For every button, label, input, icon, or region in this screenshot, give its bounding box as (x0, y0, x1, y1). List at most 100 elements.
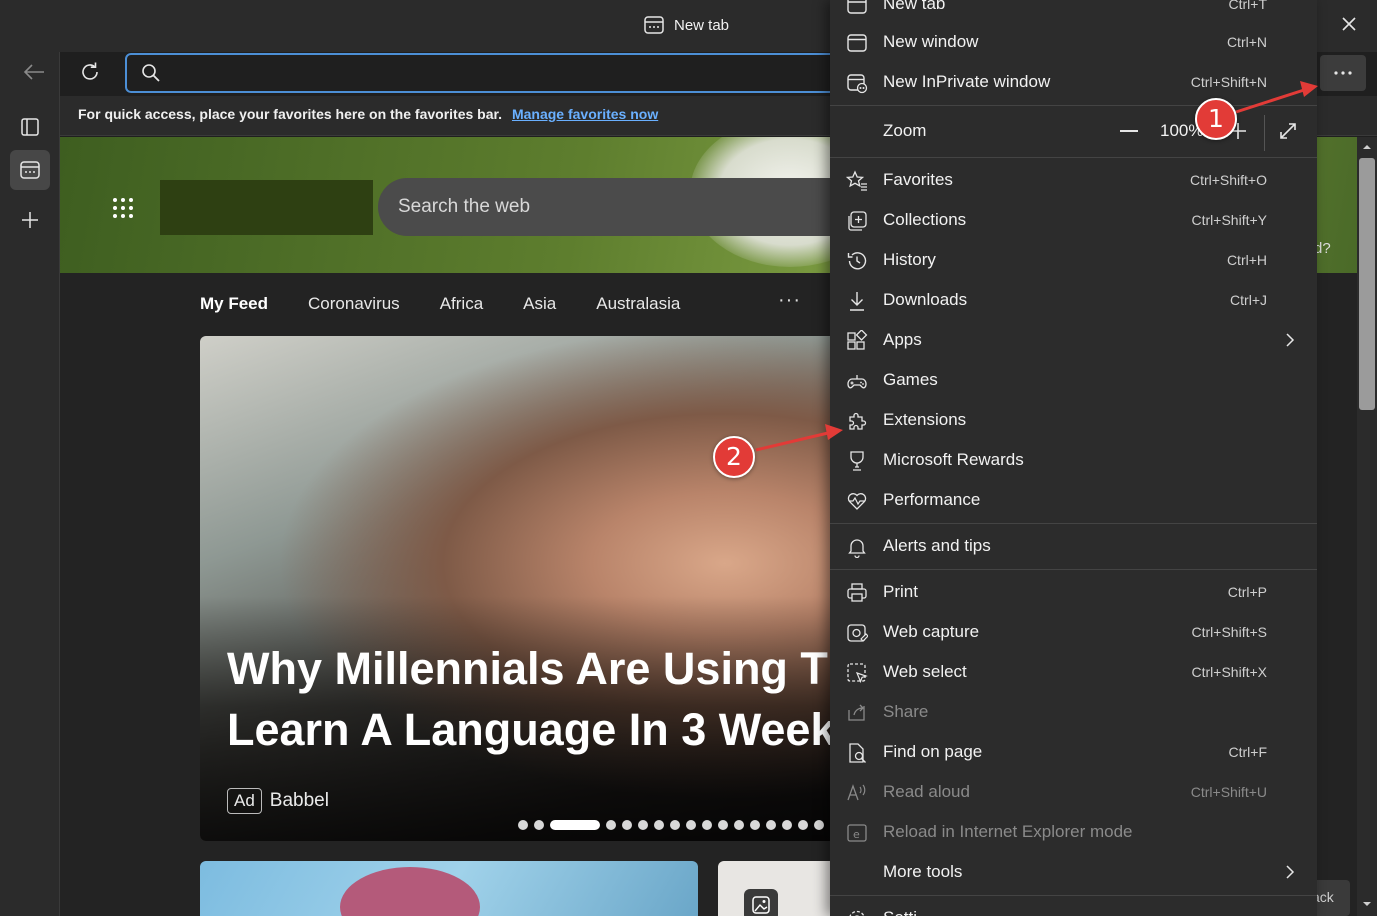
menu-label: History (883, 250, 936, 269)
carousel-dot[interactable] (638, 820, 648, 830)
feed-tab-australasia[interactable]: Australasia (596, 294, 680, 314)
menu-item-new-window[interactable]: New window Ctrl+N (830, 22, 1317, 62)
web-search-box[interactable]: Search the web (378, 178, 898, 236)
carousel-dot[interactable] (670, 820, 680, 830)
carousel-dots (518, 820, 856, 830)
menu-label: Print (883, 582, 918, 601)
feed-tab-africa[interactable]: Africa (440, 294, 483, 314)
carousel-dot[interactable] (734, 820, 744, 830)
carousel-dot[interactable] (718, 820, 728, 830)
image-icon (744, 889, 778, 916)
menu-item-web-capture[interactable]: Web capture Ctrl+Shift+S (830, 612, 1317, 652)
games-icon (847, 375, 867, 389)
menu-shortcut: Ctrl+F (1228, 744, 1268, 760)
scrollbar-thumb[interactable] (1359, 158, 1375, 410)
tab-new-tab[interactable]: New tab (644, 14, 729, 36)
menu-item-more-tools[interactable]: More tools (830, 852, 1317, 892)
menu-item-collections[interactable]: Collections Ctrl+Shift+Y (830, 200, 1317, 240)
menu-label: Zoom (883, 121, 927, 140)
carousel-dot[interactable] (622, 820, 632, 830)
carousel-dot[interactable] (766, 820, 776, 830)
menu-item-reload-ie-mode[interactable]: e Reload in Internet Explorer mode (830, 812, 1317, 852)
feed-navigation: My Feed Coronavirus Africa Asia Australa… (200, 294, 680, 314)
menu-shortcut: Ctrl+N (1226, 34, 1267, 50)
add-tab-button[interactable] (10, 200, 50, 240)
share-icon (848, 704, 865, 721)
menu-label: New window (883, 32, 979, 51)
menu-item-games[interactable]: Games (830, 360, 1317, 400)
menu-label: Share (883, 702, 929, 721)
close-window-button[interactable] (1330, 6, 1368, 42)
scroll-down-icon[interactable] (1359, 899, 1375, 909)
menu-item-read-aloud[interactable]: Read aloud Ctrl+Shift+U (830, 772, 1317, 812)
zoom-out-button[interactable] (1120, 130, 1138, 132)
featured-ad-card[interactable]: Why Millennials Are Using Th Learn A Lan… (200, 336, 900, 841)
settings-and-more-button[interactable] (1320, 55, 1366, 91)
news-card[interactable] (200, 861, 698, 916)
menu-label: More tools (883, 862, 963, 881)
app-launcher-button[interactable] (112, 197, 134, 219)
fullscreen-icon[interactable] (1278, 121, 1298, 141)
menu-divider (830, 105, 1317, 106)
menu-label: Setti (883, 908, 917, 916)
carousel-dot-active[interactable] (550, 820, 600, 830)
menu-item-performance[interactable]: Performance (830, 480, 1317, 520)
feed-more-button[interactable]: ··· (778, 289, 801, 312)
menu-item-web-select[interactable]: Web select Ctrl+Shift+X (830, 652, 1317, 692)
carousel-dot[interactable] (654, 820, 664, 830)
menu-item-apps[interactable]: Apps (830, 320, 1317, 360)
menu-item-downloads[interactable]: Downloads Ctrl+J (830, 280, 1317, 320)
feed-tab-coronavirus[interactable]: Coronavirus (308, 294, 400, 314)
menu-shortcut: Ctrl+Shift+O (1189, 172, 1267, 188)
carousel-dot[interactable] (518, 820, 528, 830)
scroll-up-icon[interactable] (1359, 142, 1375, 152)
menu-divider (830, 569, 1317, 570)
menu-item-alerts-and-tips[interactable]: Alerts and tips (830, 526, 1317, 566)
tab-actions-button[interactable] (10, 107, 50, 147)
manage-favorites-link[interactable]: Manage favorites now (512, 106, 658, 122)
menu-item-find-on-page[interactable]: Find on page Ctrl+F (830, 732, 1317, 772)
address-bar[interactable] (125, 53, 845, 93)
menu-label: Apps (883, 330, 922, 349)
annotation-badge-1: 1 (1195, 98, 1237, 140)
search-icon (141, 63, 161, 83)
menu-item-microsoft-rewards[interactable]: Microsoft Rewards (830, 440, 1317, 480)
menu-label: Web select (883, 662, 967, 681)
favorites-star-icon (846, 170, 867, 191)
menu-shortcut: Ctrl+H (1226, 252, 1267, 268)
menu-label: New tab (883, 0, 946, 13)
feed-tab-asia[interactable]: Asia (523, 294, 556, 314)
menu-item-settings[interactable]: Setti (830, 898, 1317, 916)
menu-label: Alerts and tips (883, 536, 991, 555)
carousel-dot[interactable] (534, 820, 544, 830)
carousel-dot[interactable] (750, 820, 760, 830)
menu-item-share[interactable]: Share (830, 692, 1317, 732)
carousel-dot[interactable] (782, 820, 792, 830)
menu-label: Extensions (883, 410, 967, 429)
menu-item-extensions[interactable]: Extensions (830, 400, 1317, 440)
newtab-icon (847, 0, 867, 14)
favorites-hint-text: For quick access, place your favorites h… (78, 106, 503, 122)
menu-item-print[interactable]: Print Ctrl+P (830, 572, 1317, 612)
download-icon (850, 292, 864, 311)
refresh-icon (82, 62, 98, 80)
feed-tab-my-feed[interactable]: My Feed (200, 294, 268, 314)
menu-item-history[interactable]: History Ctrl+H (830, 240, 1317, 280)
carousel-dot[interactable] (814, 820, 824, 830)
menu-item-new-inprivate-window[interactable]: New InPrivate window Ctrl+Shift+N (830, 62, 1317, 102)
menu-label: Collections (883, 210, 967, 229)
carousel-dot[interactable] (702, 820, 712, 830)
refresh-button[interactable] (70, 54, 110, 90)
menu-item-favorites[interactable]: Favorites Ctrl+Shift+O (830, 160, 1317, 200)
carousel-dot[interactable] (798, 820, 808, 830)
ad-attribution: Ad Babbel (227, 788, 329, 814)
back-button[interactable] (14, 54, 54, 90)
menu-label: Web capture (883, 622, 980, 641)
menu-item-new-tab[interactable]: New tab Ctrl+T (830, 0, 1317, 24)
sidebar-newtab-button[interactable] (10, 150, 50, 190)
carousel-dot[interactable] (606, 820, 616, 830)
carousel-dot[interactable] (686, 820, 696, 830)
plus-icon (22, 212, 38, 228)
menu-divider (830, 157, 1317, 158)
menu-shortcut: Ctrl+Shift+Y (1191, 212, 1267, 228)
